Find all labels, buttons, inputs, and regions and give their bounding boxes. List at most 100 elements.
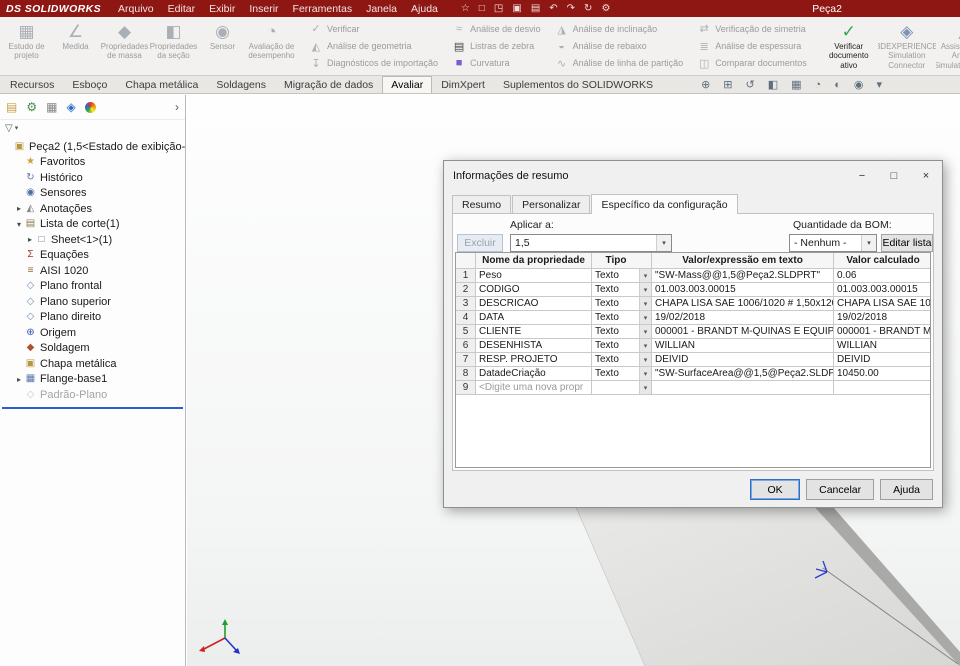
property-value-cell[interactable]: DEIVID	[652, 353, 834, 367]
tree-item[interactable]: ▸ ▦ Flange-base1	[0, 372, 185, 388]
property-name-cell[interactable]: CODIGO	[476, 283, 592, 297]
property-value-cell[interactable]	[652, 381, 834, 395]
featuremanager-tab[interactable]: ▤	[6, 101, 17, 113]
expand-arrow-icon[interactable]: ▸	[25, 235, 35, 244]
property-value-cell[interactable]: CHAPA LISA SAE 1006/1020 # 1,50x1200xBOB…	[652, 297, 834, 311]
display-style-icon[interactable]: ◔	[815, 80, 822, 91]
row-number-cell[interactable]: 2	[456, 283, 476, 297]
menu-item[interactable]: Editar	[161, 3, 202, 15]
dropdown-arrow-icon[interactable]: ▾	[639, 311, 651, 324]
property-type-cell[interactable]: Texto ▾	[592, 367, 652, 381]
filter-funnel-icon[interactable]: ▽	[5, 123, 13, 134]
undo-icon[interactable]: ↶	[549, 3, 557, 14]
close-button[interactable]: ×	[910, 161, 942, 190]
command-tab[interactable]: Soldagens	[207, 76, 275, 93]
command-tab[interactable]: Suplementos do SOLIDWORKS	[494, 76, 662, 93]
command-tab[interactable]: Esboço	[63, 76, 116, 93]
menu-item[interactable]: Ajuda	[404, 3, 445, 15]
displaymanager-tab[interactable]	[84, 101, 96, 113]
pin-menu-icon[interactable]: ☆	[461, 3, 470, 14]
command-tab[interactable]: Migração de dados	[275, 76, 382, 93]
property-value-cell[interactable]: WILLIAN	[652, 339, 834, 353]
row-number-cell[interactable]: 3	[456, 297, 476, 311]
tree-item[interactable]: ▣ Chapa metálica	[0, 356, 185, 372]
property-type-cell[interactable]: Texto ▾	[592, 297, 652, 311]
tree-item[interactable]: ◇ Padrão-Plano	[0, 387, 185, 403]
property-name-cell[interactable]: DatadeCriação	[476, 367, 592, 381]
dialog-title-bar[interactable]: Informações de resumo − □ ×	[444, 161, 942, 190]
property-type-cell[interactable]: ▾	[592, 381, 652, 395]
row-number-cell[interactable]: 5	[456, 325, 476, 339]
tree-item[interactable]: ▸ ◭ Anotações	[0, 201, 185, 217]
property-type-cell[interactable]: Texto ▾	[592, 269, 652, 283]
command-tab[interactable]: Recursos	[1, 76, 63, 93]
property-value-cell[interactable]: "SW-SurfaceArea@@1,5@Peça2.SLDPRT"	[652, 367, 834, 381]
tree-item[interactable]: ▾ ▤ Lista de corte(1)	[0, 217, 185, 233]
tree-item[interactable]: ▸ □ Sheet<1>(1)	[0, 232, 185, 248]
dropdown-arrow-icon[interactable]: ▾	[639, 325, 651, 338]
hide-show-items-icon[interactable]: ◐	[834, 80, 841, 91]
dialog-tab[interactable]: Personalizar	[512, 195, 591, 214]
view-orientation-icon[interactable]: ▦	[791, 80, 801, 91]
row-number-cell[interactable]: 6	[456, 339, 476, 353]
print-icon[interactable]: ▤	[531, 3, 540, 14]
parting-line-analysis-button[interactable]: ∿ Análise de linha de partição	[555, 57, 683, 70]
rollback-bar[interactable]	[2, 406, 183, 409]
bom-quantity-combobox[interactable]: - Nenhum - ▾	[789, 234, 877, 252]
tree-item[interactable]: ◇ Plano frontal	[0, 279, 185, 295]
property-value-cell[interactable]: 19/02/2018	[652, 311, 834, 325]
menu-item[interactable]: Inserir	[242, 3, 285, 15]
property-type-cell[interactable]: Texto ▾	[592, 339, 652, 353]
previous-view-icon[interactable]: ↺	[746, 80, 755, 91]
undercut-analysis-button[interactable]: ◒ Análise de rebaixo	[555, 40, 684, 52]
3dexperience-simulation-button[interactable]: ◈ 3DEXPERIENCE Simulation Connector	[878, 18, 936, 74]
check-button[interactable]: ✓ Verificar	[309, 22, 438, 35]
property-name-cell[interactable]: <Digite uma nova propr	[476, 381, 592, 395]
section-view-icon[interactable]: ◧	[768, 80, 778, 91]
rebuild-icon[interactable]: ↻	[584, 3, 592, 14]
sensor-button[interactable]: ◉ Sensor	[198, 18, 247, 74]
property-name-cell[interactable]: Peso	[476, 269, 592, 283]
symmetry-check-button[interactable]: ⇄ Verificação de simetria	[697, 22, 807, 35]
property-type-cell[interactable]: Texto ▾	[592, 325, 652, 339]
dropdown-arrow-icon[interactable]: ▾	[639, 381, 651, 394]
command-tab[interactable]: Chapa metálica	[116, 76, 207, 93]
tree-item[interactable]: Σ Equações	[0, 248, 185, 264]
tree-item[interactable]: ↻ Histórico	[0, 170, 185, 186]
edit-list-button[interactable]: Editar lista	[881, 234, 933, 252]
expand-arrow-icon[interactable]: ▸	[14, 204, 24, 213]
dimxpertmanager-tab[interactable]: ◈	[66, 101, 75, 113]
zoom-area-icon[interactable]: ⊞	[723, 80, 732, 91]
dropdown-arrow-icon[interactable]: ▾	[639, 353, 651, 366]
expand-arrow-icon[interactable]: ▸	[14, 375, 24, 384]
zebra-stripes-button[interactable]: ▤ Listras de zebra	[452, 40, 541, 53]
tree-item[interactable]: ◉ Sensores	[0, 186, 185, 202]
property-name-cell[interactable]: RESP. PROJETO	[476, 353, 592, 367]
compare-documents-button[interactable]: ◫ Comparar documentos	[697, 57, 807, 70]
edit-appearance-icon[interactable]: ◉	[854, 80, 864, 91]
delete-button[interactable]: Excluir	[457, 234, 503, 252]
tree-item[interactable]: ◇ Plano direito	[0, 310, 185, 326]
open-icon[interactable]: ◳	[494, 3, 503, 14]
curvature-button[interactable]: ■ Curvatura	[452, 57, 541, 69]
property-name-cell[interactable]: DATA	[476, 311, 592, 325]
geometry-analysis-button[interactable]: ◭ Análise de geometria	[309, 40, 438, 53]
tree-item[interactable]: ◆ Soldagem	[0, 341, 185, 357]
propertymanager-tab[interactable]: ⚙	[26, 101, 37, 113]
tree-item[interactable]: ⊕ Origem	[0, 325, 185, 341]
row-number-cell[interactable]: 1	[456, 269, 476, 283]
property-type-cell[interactable]: Texto ▾	[592, 283, 652, 297]
view-settings-icon[interactable]: ▾	[876, 80, 882, 91]
save-icon[interactable]: ▣	[512, 3, 521, 14]
dropdown-arrow-icon[interactable]: ▾	[639, 283, 651, 296]
part-face[interactable]	[574, 504, 960, 666]
property-type-cell[interactable]: Texto ▾	[592, 311, 652, 325]
check-active-document-button[interactable]: ✓ Verificar documento ativo	[820, 18, 878, 74]
property-name-cell[interactable]: CLIENTE	[476, 325, 592, 339]
row-number-cell[interactable]: 4	[456, 311, 476, 325]
command-tab[interactable]: Avaliar	[382, 76, 433, 93]
ajuda-button[interactable]: Ajuda	[880, 479, 933, 500]
dropdown-arrow-icon[interactable]: ▾	[639, 339, 651, 352]
row-number-cell[interactable]: 9	[456, 381, 476, 395]
property-value-cell[interactable]: 000001 - BRANDT M-QUINAS E EQUIPAMENTOS …	[652, 325, 834, 339]
